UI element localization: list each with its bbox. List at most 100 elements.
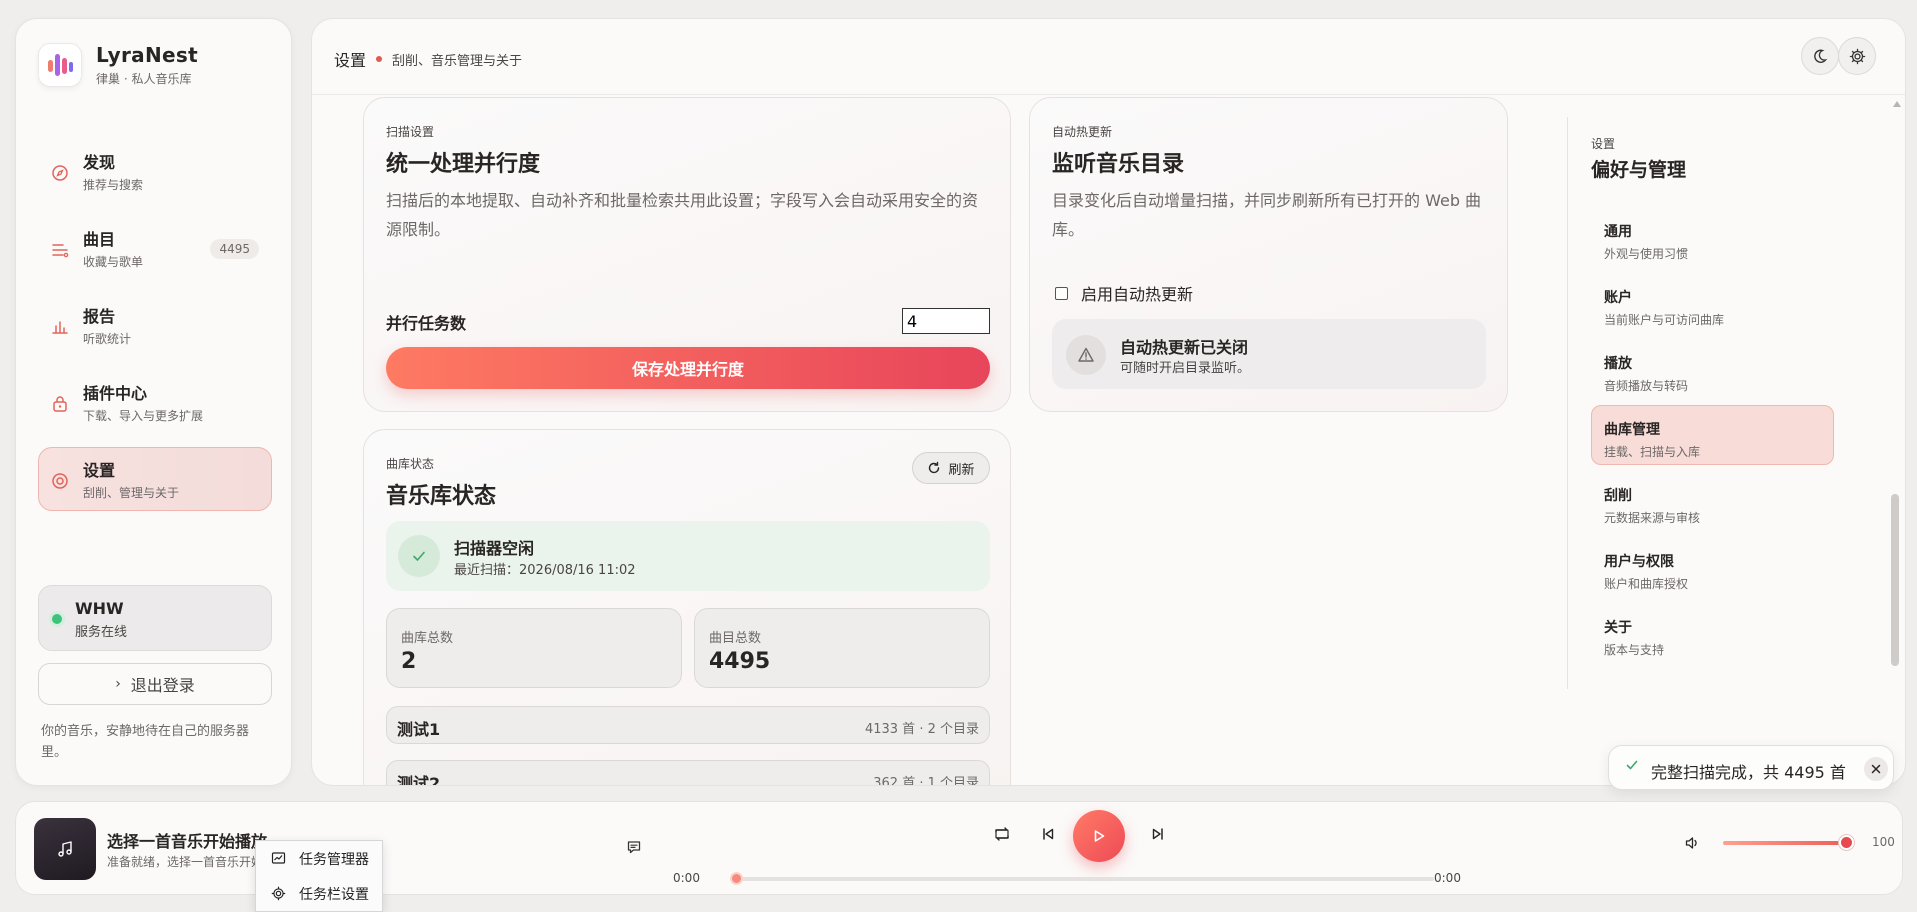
nav-item-tracks[interactable]: 曲目 收藏与歌单 4495: [38, 216, 272, 280]
settings-nav-playback[interactable]: 播放 音频播放与转码: [1591, 339, 1834, 399]
notice-subtitle: 可随时开启目录监听。: [1120, 361, 1251, 376]
auto-update-checkbox[interactable]: [1055, 286, 1068, 300]
volume-slider[interactable]: [1723, 841, 1847, 845]
settings-nav-item-subtitle: 当前账户与可访问曲库: [1604, 313, 1725, 327]
compass-icon: [52, 165, 68, 181]
user-card[interactable]: WHW 服务在线: [38, 585, 272, 651]
save-parallel-button[interactable]: 保存处理并行度: [386, 347, 990, 389]
auto-update-notice: 自动热更新已关闭 可随时开启目录监听。: [1052, 319, 1486, 389]
album-cover[interactable]: [34, 818, 96, 880]
nav-item-settings[interactable]: 设置 刮削、管理与关于: [38, 447, 272, 511]
settings-nav-about[interactable]: 关于 版本与支持: [1591, 603, 1834, 663]
menu-item-label: 任务栏设置: [299, 886, 369, 903]
settings-nav-scraping[interactable]: 刮削 元数据来源与审核: [1591, 471, 1834, 531]
settings-nav-title: 偏好与管理: [1591, 159, 1687, 181]
menu-item-taskbar-settings[interactable]: 任务栏设置: [256, 876, 382, 911]
nav-item-title: 设置: [83, 461, 116, 480]
settings-nav-item-subtitle: 元数据来源与审核: [1604, 511, 1701, 525]
brand-subtitle: 律巢 · 私人音乐库: [96, 72, 192, 86]
nav-item-subtitle: 收藏与歌单: [83, 255, 144, 269]
settings-nav-item-title: 刮削: [1604, 488, 1632, 504]
scanner-title: 扫描器空闲: [454, 539, 535, 558]
card-title: 监听音乐目录: [1052, 152, 1185, 177]
stat-library-count: 曲库总数 2: [386, 608, 682, 688]
nav-item-reports[interactable]: 报告 听歌统计: [38, 293, 272, 357]
logout-button[interactable]: › 退出登录: [38, 663, 272, 705]
online-status-dot: [52, 614, 62, 624]
scroll-up-arrow[interactable]: [1893, 101, 1901, 107]
menu-item-label: 任务管理器: [299, 851, 369, 868]
current-time: 0:00: [673, 871, 700, 885]
library-status-card: 曲库状态 音乐库状态 刷新 扫描器空闲 最近扫描：2026/08/16 11:0…: [363, 429, 1011, 786]
menu-item-task-manager[interactable]: 任务管理器: [256, 841, 382, 876]
puzzle-icon: [53, 396, 67, 412]
breadcrumb: 设置 刮削、音乐管理与关于: [334, 47, 522, 71]
parallel-tasks-input[interactable]: [902, 308, 990, 334]
brand[interactable]: LyraNest 律巢 · 私人音乐库: [38, 43, 198, 87]
settings-nav-item-subtitle: 版本与支持: [1604, 643, 1665, 657]
parallel-tasks-label: 并行任务数: [386, 314, 467, 333]
refresh-button[interactable]: 刷新: [912, 452, 990, 484]
volume-icon[interactable]: [1684, 835, 1700, 851]
previous-icon[interactable]: [1040, 826, 1056, 842]
stat-label: 曲库总数: [401, 631, 454, 646]
total-time: 0:00: [1434, 871, 1461, 885]
settings-button[interactable]: [1838, 37, 1876, 75]
track-count-badge: 4495: [210, 239, 259, 259]
settings-nav-eyebrow: 设置: [1591, 137, 1616, 151]
nav-item-plugins[interactable]: 插件中心 下载、导入与更多扩展: [38, 370, 272, 434]
nav-item-subtitle: 刮削、管理与关于: [83, 486, 180, 500]
next-icon[interactable]: [1150, 826, 1166, 842]
settings-nav-account[interactable]: 账户 当前账户与可访问曲库: [1591, 273, 1834, 333]
task-manager-icon: [271, 852, 286, 864]
parallel-settings-card: 扫描设置 统一处理并行度 扫描后的本地提取、自动补齐和批量检索共用此设置；字段写…: [363, 97, 1011, 412]
progress-knob[interactable]: [730, 872, 743, 885]
settings-nav: 设置 偏好与管理 通用 外观与使用习惯 账户 当前账户与可访问曲库 播放 音频播…: [1567, 117, 1837, 689]
topbar: 设置 刮削、音乐管理与关于: [312, 19, 1905, 95]
card-eyebrow: 曲库状态: [386, 457, 435, 471]
settings-nav-item-title: 曲库管理: [1604, 422, 1660, 438]
gear-icon: [271, 886, 286, 901]
brand-name: LyraNest: [96, 43, 198, 67]
toast-close-button[interactable]: [1864, 757, 1888, 781]
scanner-status: 扫描器空闲 最近扫描：2026/08/16 11:02: [386, 521, 990, 591]
repeat-icon[interactable]: [993, 825, 1011, 843]
stat-track-count: 曲目总数 4495: [694, 608, 990, 688]
sidebar: LyraNest 律巢 · 私人音乐库 发现 推荐与搜索 曲目 收藏与歌单 44…: [15, 18, 292, 786]
nav-item-subtitle: 听歌统计: [83, 332, 132, 346]
library-meta: 4133 首 · 2 个目录: [864, 722, 979, 737]
settings-nav-general[interactable]: 通用 外观与使用习惯: [1591, 207, 1834, 267]
library-meta: 362 首 · 1 个目录: [873, 776, 979, 786]
library-row[interactable]: 测试2 362 首 · 1 个目录: [386, 760, 990, 786]
progress-bar[interactable]: [736, 877, 1434, 881]
nav-item-discover[interactable]: 发现 推荐与搜索: [38, 139, 272, 203]
scrollbar-thumb[interactable]: [1891, 494, 1899, 666]
card-title: 音乐库状态: [386, 484, 497, 509]
warning-icon: [1066, 335, 1106, 375]
main-panel: 设置 刮削、音乐管理与关于 扫描设置 统一处理并行度 扫描后的本地提取、自动补齐…: [311, 18, 1906, 786]
check-icon: [1626, 760, 1638, 770]
logout-label: 退出登录: [130, 676, 195, 695]
settings-nav-library[interactable]: 曲库管理 挂载、扫描与入库: [1591, 405, 1834, 465]
settings-nav-users[interactable]: 用户与权限 账户和曲库授权: [1591, 537, 1834, 597]
close-icon: [1871, 764, 1881, 774]
theme-toggle-button[interactable]: [1801, 37, 1839, 75]
card-eyebrow: 扫描设置: [386, 125, 435, 139]
volume-knob[interactable]: [1839, 835, 1854, 850]
taskbar-context-menu: 任务管理器 任务栏设置: [255, 840, 383, 912]
auto-update-toggle[interactable]: 启用自动热更新: [1055, 281, 1193, 305]
check-icon: [398, 535, 440, 577]
play-button[interactable]: [1073, 810, 1125, 862]
stat-value: 4495: [709, 649, 771, 674]
play-icon: [1094, 830, 1105, 842]
nav-item-title: 报告: [83, 307, 116, 326]
breadcrumb-dot: [376, 56, 383, 62]
settings-nav-item-subtitle: 音频播放与转码: [1604, 379, 1689, 393]
nav-item-title: 发现: [83, 153, 116, 172]
stat-label: 曲目总数: [709, 631, 762, 646]
library-name: 测试1: [397, 720, 441, 739]
library-row[interactable]: 测试1 4133 首 · 2 个目录: [386, 706, 990, 744]
watch-folder-card: 自动热更新 监听音乐目录 目录变化后自动增量扫描，并同步刷新所有已打开的 Web…: [1029, 97, 1508, 412]
lyrics-icon[interactable]: [626, 839, 642, 855]
refresh-label: 刷新: [948, 462, 975, 478]
